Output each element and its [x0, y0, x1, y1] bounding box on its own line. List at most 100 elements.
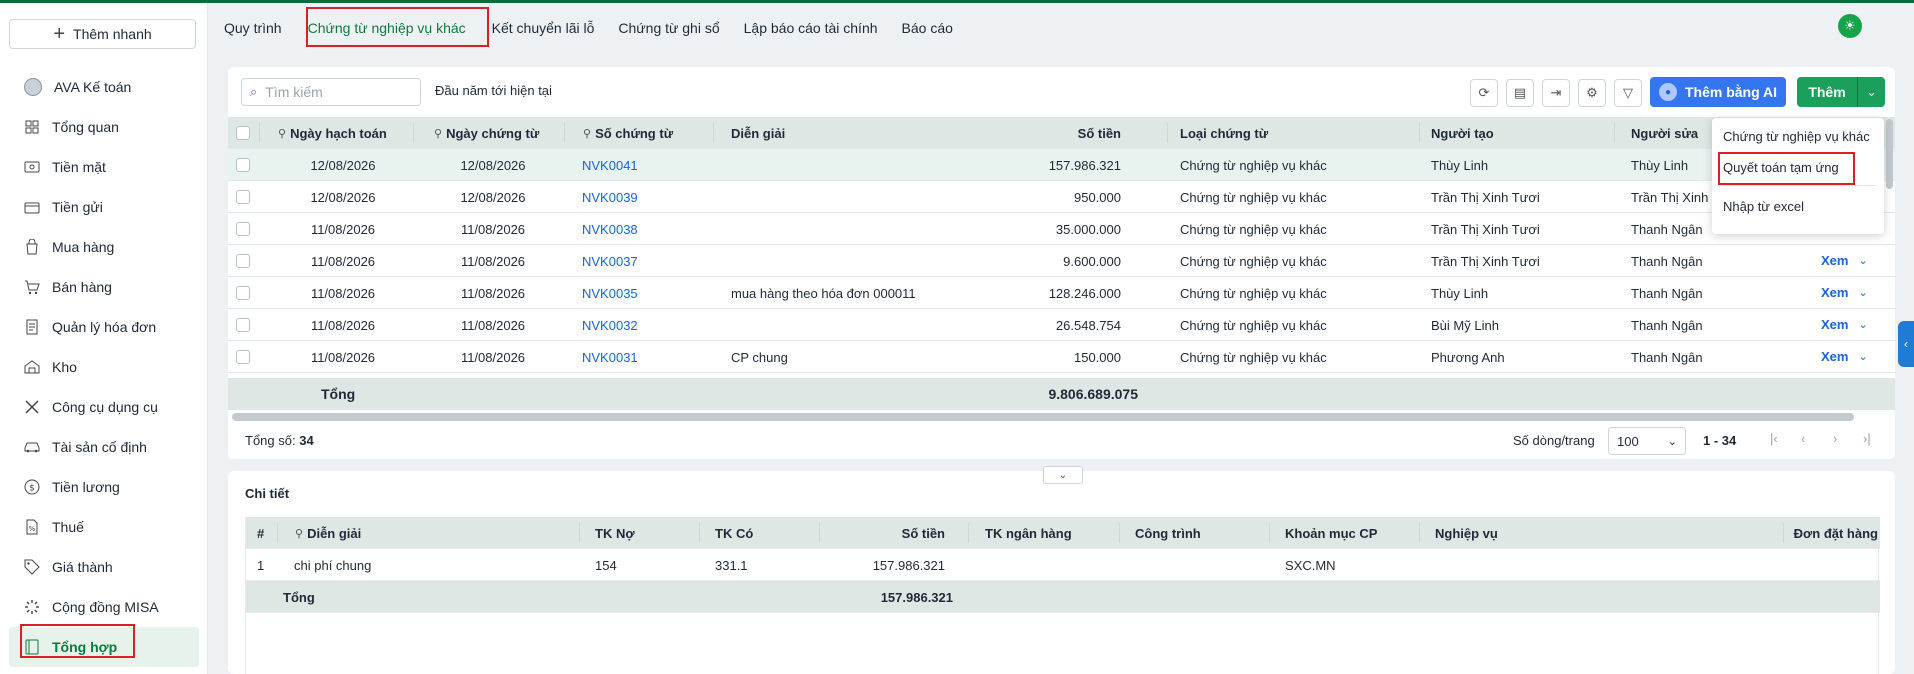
add-dropdown-chevron-icon[interactable]: ⌄	[1857, 77, 1885, 107]
row-checkbox[interactable]	[236, 190, 250, 204]
view-link[interactable]: Xem	[1821, 317, 1848, 332]
dashboard-icon	[24, 119, 40, 135]
period-filter[interactable]: Đầu năm tới hiện tại	[435, 83, 552, 98]
horizontal-scrollbar[interactable]	[232, 413, 1854, 421]
gear-icon[interactable]: ⚙	[1578, 79, 1606, 107]
sidebar-item-cash[interactable]: Tiền mặt	[0, 147, 208, 187]
dcol-order[interactable]: Đơn đặt hàng	[1756, 517, 1878, 549]
export-icon[interactable]: ⇥	[1542, 79, 1570, 107]
sidebar-item-sales[interactable]: Bán hàng	[0, 267, 208, 307]
cell-doc-date: 11/08/2026	[460, 285, 526, 301]
sidebar-item-summary[interactable]: Tổng hợp	[9, 627, 199, 667]
table-row[interactable]: 11/08/2026 11/08/2026 NVK0032 26.548.754 Chứ…	[228, 309, 1895, 341]
last-page-icon[interactable]: ›|	[1863, 431, 1871, 446]
collapse-chevron-icon[interactable]: ⌄	[1043, 466, 1083, 484]
menu-item-other-voucher[interactable]: Chứng từ nghiệp vụ khác	[1723, 129, 1870, 144]
table-row[interactable]: 11/08/2026 11/08/2026 NVK0031 CP chung 150.0…	[228, 341, 1895, 373]
sidebar-item-cost[interactable]: Giá thành	[0, 547, 208, 587]
table-row[interactable]: 11/08/2026 11/08/2026 NVK0035 mua hàng theo…	[228, 277, 1895, 309]
col-doc-date[interactable]: ⚲ Ngày chứng từ	[434, 117, 574, 149]
dcol-bank-account[interactable]: TK ngân hàng	[985, 517, 1105, 549]
tab-process[interactable]: Quy trình	[212, 8, 294, 48]
tab-ledger-vouchers[interactable]: Chứng từ ghi sổ	[606, 8, 731, 48]
dcol-credit[interactable]: TK Có	[715, 517, 815, 549]
sidebar-item-ava[interactable]: AVA Kế toán	[0, 67, 208, 107]
col-voucher-type[interactable]: Loại chứng từ	[1180, 117, 1380, 149]
row-checkbox[interactable]	[236, 222, 250, 236]
cell-amount: 35.000.000	[1055, 221, 1121, 237]
row-checkbox[interactable]	[236, 254, 250, 268]
view-link[interactable]: Xem	[1821, 285, 1848, 300]
view-link[interactable]: Xem	[1821, 349, 1848, 364]
tab-reports[interactable]: Báo cáo	[890, 8, 965, 48]
select-all-checkbox[interactable]	[228, 117, 258, 149]
row-checkbox[interactable]	[236, 286, 250, 300]
tab-profit-loss[interactable]: Kết chuyển lãi lỗ	[480, 8, 607, 48]
view-link[interactable]: Xem	[1821, 253, 1848, 268]
menu-item-advance-settlement[interactable]: Quyết toán tạm ứng	[1723, 160, 1839, 175]
tab-financial-report[interactable]: Lập báo cáo tài chính	[732, 8, 890, 48]
rows-per-page-select[interactable]: 100 ⌄	[1608, 427, 1686, 455]
sidebar-item-purchase[interactable]: Mua hàng	[0, 227, 208, 267]
detail-cell-amount: 157.986.321	[872, 557, 945, 573]
sidebar-item-tools[interactable]: Công cụ dụng cụ	[0, 387, 208, 427]
sidebar-item-fixed-assets[interactable]: Tài sản cố định	[0, 427, 208, 467]
lightbulb-icon[interactable]: ☀	[1838, 14, 1862, 38]
dcol-project[interactable]: Công trình	[1135, 517, 1255, 549]
row-checkbox[interactable]	[236, 158, 250, 172]
col-doc-no[interactable]: ⚲ Số chứng từ	[583, 117, 723, 149]
dcol-description[interactable]: ⚲ Diễn giải	[295, 517, 495, 549]
sidebar-item-deposit[interactable]: Tiền gửi	[0, 187, 208, 227]
vertical-scrollbar[interactable]	[1886, 119, 1893, 189]
table-row[interactable]: 12/08/2026 12/08/2026 NVK0041 157.986.321 Ch…	[228, 149, 1895, 181]
col-posting-date[interactable]: ⚲ Ngày hạch toán	[278, 117, 428, 149]
col-description[interactable]: Diễn giải	[731, 117, 931, 149]
chevron-down-icon[interactable]: ⌄	[1858, 350, 1867, 363]
cell-doc-no[interactable]: NVK0038	[582, 213, 702, 245]
prev-page-icon[interactable]: ‹	[1801, 431, 1805, 446]
dcol-expense-item[interactable]: Khoản mục CP	[1285, 517, 1405, 549]
chevron-down-icon[interactable]: ⌄	[1858, 254, 1867, 267]
chevron-down-icon[interactable]: ⌄	[1858, 286, 1867, 299]
dcol-business[interactable]: Nghiệp vụ	[1435, 517, 1555, 549]
cell-posting-date: 11/08/2026	[310, 317, 376, 333]
row-checkbox[interactable]	[236, 318, 250, 332]
detail-row[interactable]: 1 chi phí chung 154 331.1 157.986.321 SX…	[246, 549, 1880, 581]
tab-other-vouchers[interactable]: Chứng từ nghiệp vụ khác	[294, 8, 480, 48]
sidebar-item-salary[interactable]: $ Tiền lương	[0, 467, 208, 507]
cell-creator: Trần Thị Xinh Tươi	[1431, 221, 1540, 237]
cell-doc-no[interactable]: NVK0031	[582, 341, 702, 373]
cell-creator: Phương Anh	[1431, 349, 1505, 365]
chevron-down-icon[interactable]: ⌄	[1858, 318, 1867, 331]
table-row[interactable]: 12/08/2026 12/08/2026 NVK0039 950.000 Chứng …	[228, 181, 1895, 213]
search-input[interactable]: ⌕ Tìm kiếm	[241, 78, 421, 106]
sidebar-item-tax[interactable]: % Thuế	[0, 507, 208, 547]
quick-add-button[interactable]: + Thêm nhanh	[9, 19, 196, 49]
cell-doc-no[interactable]: NVK0041	[582, 149, 702, 181]
next-page-icon[interactable]: ›	[1833, 431, 1837, 446]
col-amount[interactable]: Số tiền	[988, 117, 1121, 149]
add-with-ai-button[interactable]: ● Thêm bằng AI	[1650, 77, 1786, 107]
warehouse-icon	[24, 359, 40, 375]
side-panel-toggle-icon[interactable]: ‹	[1898, 321, 1914, 367]
cell-doc-no[interactable]: NVK0037	[582, 245, 702, 277]
cell-doc-no[interactable]: NVK0035	[582, 277, 702, 309]
refresh-icon[interactable]: ⟳	[1470, 79, 1498, 107]
col-creator[interactable]: Người tạo	[1431, 117, 1581, 149]
first-page-icon[interactable]: |‹	[1770, 431, 1778, 446]
cell-doc-no[interactable]: NVK0032	[582, 309, 702, 341]
menu-item-import-excel[interactable]: Nhập từ excel	[1723, 199, 1804, 214]
cell-doc-no[interactable]: NVK0039	[582, 181, 702, 213]
sidebar-item-warehouse[interactable]: Kho	[0, 347, 208, 387]
sidebar-item-overview[interactable]: Tổng quan	[0, 107, 208, 147]
dcol-debit[interactable]: TK Nợ	[595, 517, 695, 549]
format-paint-icon[interactable]: ▤	[1506, 79, 1534, 107]
filter-icon[interactable]: ▽	[1614, 79, 1642, 107]
sidebar-item-community[interactable]: Cộng đồng MISA	[0, 587, 208, 627]
table-row[interactable]: 11/08/2026 11/08/2026 NVK0038 35.000.000 Chứ…	[228, 213, 1895, 245]
table-row[interactable]: 11/08/2026 11/08/2026 NVK0037 9.600.000 Chứn…	[228, 245, 1895, 277]
add-button[interactable]: Thêm	[1797, 77, 1857, 107]
row-checkbox[interactable]	[236, 350, 250, 364]
dcol-amount[interactable]: Số tiền	[819, 517, 945, 549]
sidebar-item-invoices[interactable]: Quản lý hóa đơn	[0, 307, 208, 347]
